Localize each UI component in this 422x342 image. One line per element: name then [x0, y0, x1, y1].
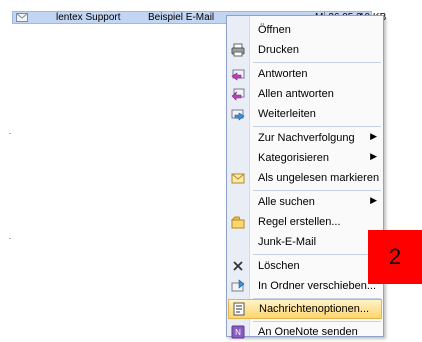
menu-item-label: Löschen	[258, 260, 300, 272]
submenu-arrow-icon: ▶	[370, 131, 377, 141]
rule-icon	[231, 216, 245, 229]
menu-item-loeschen[interactable]: Löschen	[227, 256, 383, 276]
menu-item-label: Junk-E-Mail	[258, 236, 317, 248]
list-divider-dot	[9, 133, 11, 134]
printer-icon	[231, 43, 245, 57]
envelope-icon	[16, 13, 28, 22]
menu-item-label: An OneNote senden	[258, 326, 358, 338]
menu-separator	[253, 62, 381, 63]
context-menu: Öffnen Drucken Antworten Allen antworten…	[226, 15, 384, 339]
menu-item-label: Öffnen	[258, 24, 291, 36]
menu-item-regel-erstellen[interactable]: Regel erstellen...	[227, 212, 383, 232]
menu-item-zur-nachverfolgung[interactable]: Zur Nachverfolgung ▶	[227, 128, 383, 148]
menu-item-antworten[interactable]: Antworten	[227, 64, 383, 84]
reply-icon	[231, 69, 245, 81]
email-from: lentex Support	[56, 12, 121, 23]
menu-item-alle-suchen[interactable]: Alle suchen ▶	[227, 192, 383, 212]
menu-item-an-onenote-senden[interactable]: N An OneNote senden	[227, 322, 383, 342]
menu-separator	[253, 126, 381, 127]
move-to-folder-icon	[231, 279, 245, 292]
menu-item-nachrichtenoptionen[interactable]: Nachrichtenoptionen...	[228, 299, 382, 319]
menu-item-allen-antworten[interactable]: Allen antworten	[227, 84, 383, 104]
menu-item-label: In Ordner verschieben...	[258, 280, 377, 292]
submenu-arrow-icon: ▶	[370, 151, 377, 161]
menu-item-als-ungelesen-markieren[interactable]: Als ungelesen markieren	[227, 168, 383, 188]
svg-text:N: N	[235, 328, 241, 337]
email-subject: Beispiel E-Mail	[148, 12, 215, 23]
menu-item-weiterleiten[interactable]: Weiterleiten	[227, 104, 383, 124]
menu-item-label: Weiterleiten	[258, 108, 316, 120]
menu-item-label: Kategorisieren	[258, 152, 329, 164]
step-number-badge: 2	[368, 230, 422, 284]
menu-item-label: Drucken	[258, 44, 299, 56]
delete-icon	[233, 261, 243, 271]
mark-unread-icon	[231, 173, 245, 184]
forward-icon	[231, 109, 245, 121]
submenu-arrow-icon: ▶	[370, 195, 377, 205]
onenote-icon: N	[231, 325, 245, 339]
menu-item-in-ordner-verschieben[interactable]: In Ordner verschieben...	[227, 276, 383, 296]
list-divider-dot	[9, 238, 11, 239]
menu-item-label: Nachrichtenoptionen...	[259, 303, 370, 315]
menu-item-junk-e-mail[interactable]: Junk-E-Mail	[227, 232, 383, 252]
menu-item-label: Allen antworten	[258, 88, 334, 100]
menu-item-label: Alle suchen	[258, 196, 315, 208]
message-options-icon	[233, 302, 245, 316]
menu-item-label: Als ungelesen markieren	[258, 172, 380, 184]
reply-all-icon	[231, 88, 245, 101]
menu-item-drucken[interactable]: Drucken	[227, 40, 383, 60]
menu-separator	[253, 254, 381, 255]
menu-item-oeffnen[interactable]: Öffnen	[227, 20, 383, 40]
menu-item-label: Zur Nachverfolgung	[258, 132, 355, 144]
menu-item-kategorisieren[interactable]: Kategorisieren ▶	[227, 148, 383, 168]
menu-separator	[253, 190, 381, 191]
menu-item-label: Regel erstellen...	[258, 216, 341, 228]
menu-item-label: Antworten	[258, 68, 308, 80]
